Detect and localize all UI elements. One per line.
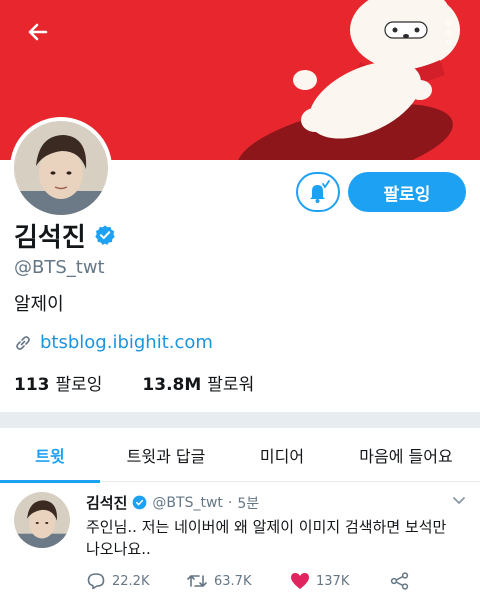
- followers-count: 13.8M: [142, 375, 202, 395]
- share-button[interactable]: [390, 572, 410, 590]
- retweet-icon: [187, 575, 207, 587]
- avatar-photo: [14, 121, 108, 215]
- tweet-text-line: 나오나요..: [86, 540, 151, 558]
- verified-badge-icon: [133, 495, 147, 510]
- tab-media[interactable]: 미디어: [232, 428, 332, 482]
- tweet-separator: ·: [227, 494, 233, 511]
- notifications-toggle-button[interactable]: [296, 172, 340, 212]
- followers-label: 팔로워: [207, 375, 255, 395]
- tab-tweets[interactable]: 트윗: [0, 428, 100, 483]
- profile-handle: @BTS_twt: [14, 257, 105, 278]
- retweet-button[interactable]: 63.7K: [186, 572, 251, 590]
- back-button[interactable]: [18, 12, 58, 52]
- bell-check-icon: [310, 180, 330, 203]
- avatar-photo: [14, 492, 70, 548]
- tweet-header: 김석진 @BTS_twt · 5분: [86, 492, 259, 513]
- tab-likes[interactable]: 마음에 들어요: [332, 428, 480, 482]
- profile-link-text[interactable]: btsblog.ibighit.com: [40, 332, 213, 353]
- profile-avatar[interactable]: [10, 117, 112, 219]
- profile-name: 김석진: [14, 222, 86, 253]
- tweet-author-name[interactable]: 김석진: [86, 492, 127, 513]
- more-vertical-icon: [445, 19, 451, 25]
- reply-button[interactable]: 22.2K: [86, 572, 149, 590]
- following-stat[interactable]: 113 팔로잉: [14, 370, 102, 395]
- tweet-avatar[interactable]: [14, 492, 70, 548]
- more-options-button[interactable]: [436, 12, 460, 52]
- tweet-text-line: 주인님.. 저는 네이버에 왜 알제이 이미지 검색하면 보석만: [86, 518, 447, 536]
- profile-name-row: 김석진: [14, 218, 116, 253]
- retweet-count: 63.7K: [214, 573, 252, 589]
- following-label: 팔로잉: [55, 375, 103, 395]
- link-icon: [16, 335, 30, 350]
- following-button[interactable]: 팔로잉: [348, 172, 466, 212]
- heart-icon: [291, 573, 309, 589]
- followers-stat[interactable]: 13.8M 팔로워: [142, 370, 254, 395]
- like-count: 137K: [316, 573, 350, 589]
- profile-link[interactable]: btsblog.ibighit.com: [14, 332, 213, 353]
- tab-tweets-and-replies[interactable]: 트윗과 답글: [100, 428, 232, 482]
- like-button[interactable]: 137K: [290, 572, 349, 590]
- tweet-author-handle: @BTS_twt: [152, 494, 223, 511]
- verified-badge-icon: [95, 225, 115, 245]
- tweet-actions: 22.2K 63.7K 137K: [86, 572, 426, 594]
- tweet-item[interactable]: 김석진 @BTS_twt · 5분 주인님.. 저는 네이버에 왜 알제이 이미…: [0, 482, 480, 604]
- reply-icon: [87, 573, 105, 590]
- section-divider: [0, 412, 480, 428]
- tweet-text: 주인님.. 저는 네이버에 왜 알제이 이미지 검색하면 보석만 나오나요..: [86, 516, 456, 560]
- profile-tabs: 트윗 트윗과 답글 미디어 마음에 들어요: [0, 428, 480, 483]
- share-icon: [390, 572, 409, 590]
- following-count: 113: [14, 375, 50, 395]
- profile-bio: 알제이: [14, 294, 64, 315]
- arrow-left-icon: [28, 23, 48, 41]
- profile-stats: 113 팔로잉 13.8M 팔로워: [14, 370, 254, 395]
- chevron-down-icon[interactable]: [452, 496, 466, 506]
- tweet-timestamp: 5분: [237, 495, 260, 512]
- reply-count: 22.2K: [112, 573, 150, 589]
